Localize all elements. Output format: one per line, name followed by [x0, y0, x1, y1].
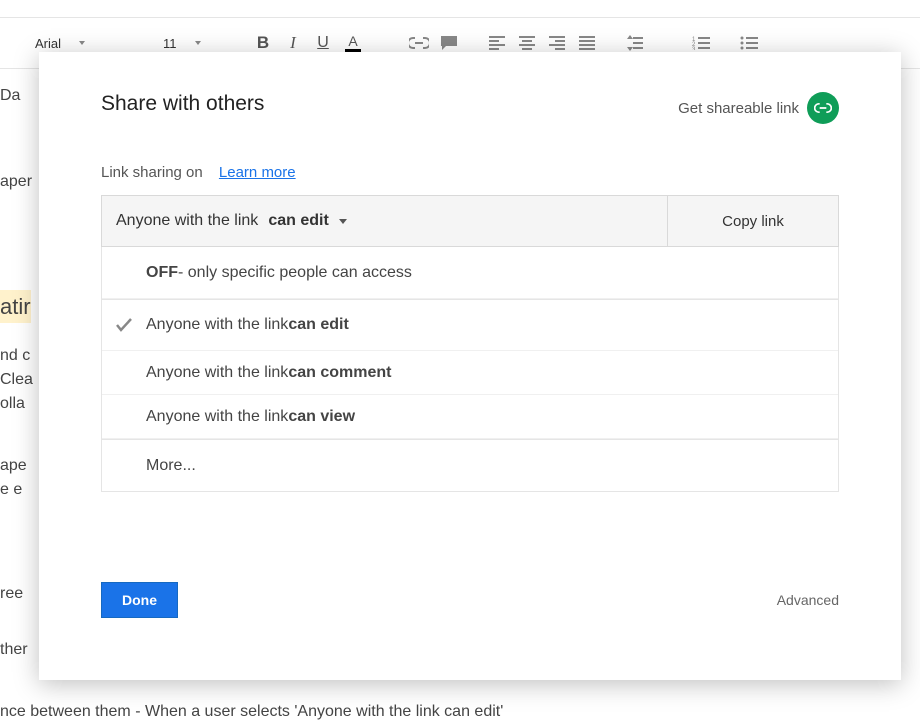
doc-fragment: ther — [0, 638, 28, 662]
copy-link-label: Copy link — [722, 213, 784, 230]
link-icon — [807, 92, 839, 124]
done-button[interactable]: Done — [101, 582, 178, 618]
chevron-down-icon — [195, 41, 201, 45]
doc-fragment: nd c — [0, 344, 30, 368]
link-permission-options: OFF - only specific people can access An… — [101, 247, 839, 492]
permission-level: can edit — [268, 212, 328, 230]
option-can-view[interactable]: Anyone with the link can view — [102, 395, 838, 439]
link-sharing-label: Link sharing on — [101, 164, 203, 181]
done-label: Done — [122, 592, 157, 608]
link-sharing-control: Anyone with the link can edit Copy link … — [101, 195, 839, 492]
chevron-down-icon — [79, 41, 85, 45]
doc-fragment: e e — [0, 478, 22, 502]
chevron-down-icon — [339, 219, 347, 224]
option-view-prefix: Anyone with the link — [146, 408, 288, 426]
doc-fragment: atir — [0, 290, 31, 323]
font-size-value: 11 — [163, 36, 177, 51]
option-off-rest: - only specific people can access — [178, 264, 412, 282]
checkmark-icon — [116, 318, 134, 332]
option-view-bold: can view — [288, 408, 355, 426]
option-can-edit[interactable]: Anyone with the link can edit — [102, 299, 838, 351]
font-family-value: Arial — [35, 36, 61, 51]
option-off-bold: OFF — [146, 264, 178, 282]
copy-link-button[interactable]: Copy link — [668, 196, 838, 246]
doc-fragment: ape — [0, 454, 27, 478]
option-edit-prefix: Anyone with the link — [146, 316, 288, 334]
option-can-comment[interactable]: Anyone with the link can comment — [102, 351, 838, 395]
link-permission-dropdown[interactable]: Anyone with the link can edit — [102, 196, 668, 246]
learn-more-link[interactable]: Learn more — [219, 164, 296, 181]
option-comment-prefix: Anyone with the link — [146, 364, 288, 382]
doc-fragment: nce between them - When a user selects '… — [0, 700, 503, 724]
option-edit-bold: can edit — [288, 316, 348, 334]
doc-fragment: olla — [0, 392, 25, 416]
share-dialog: Share with others Get shareable link Lin… — [39, 52, 901, 680]
option-more-label: More... — [146, 457, 196, 475]
advanced-link[interactable]: Advanced — [777, 592, 839, 608]
doc-fragment: aper — [0, 170, 32, 194]
option-off[interactable]: OFF - only specific people can access — [102, 247, 838, 299]
doc-fragment: ree — [0, 582, 23, 606]
option-comment-bold: can comment — [288, 364, 391, 382]
get-shareable-link-label: Get shareable link — [678, 100, 799, 117]
get-shareable-link[interactable]: Get shareable link — [678, 92, 839, 124]
link-sharing-status: Link sharing on Learn more — [101, 164, 839, 181]
permission-prefix: Anyone with the link — [116, 212, 258, 230]
doc-fragment: Da — [0, 84, 20, 108]
svg-text:3: 3 — [692, 47, 696, 50]
doc-fragment: Clea — [0, 368, 33, 392]
option-more[interactable]: More... — [102, 439, 838, 491]
